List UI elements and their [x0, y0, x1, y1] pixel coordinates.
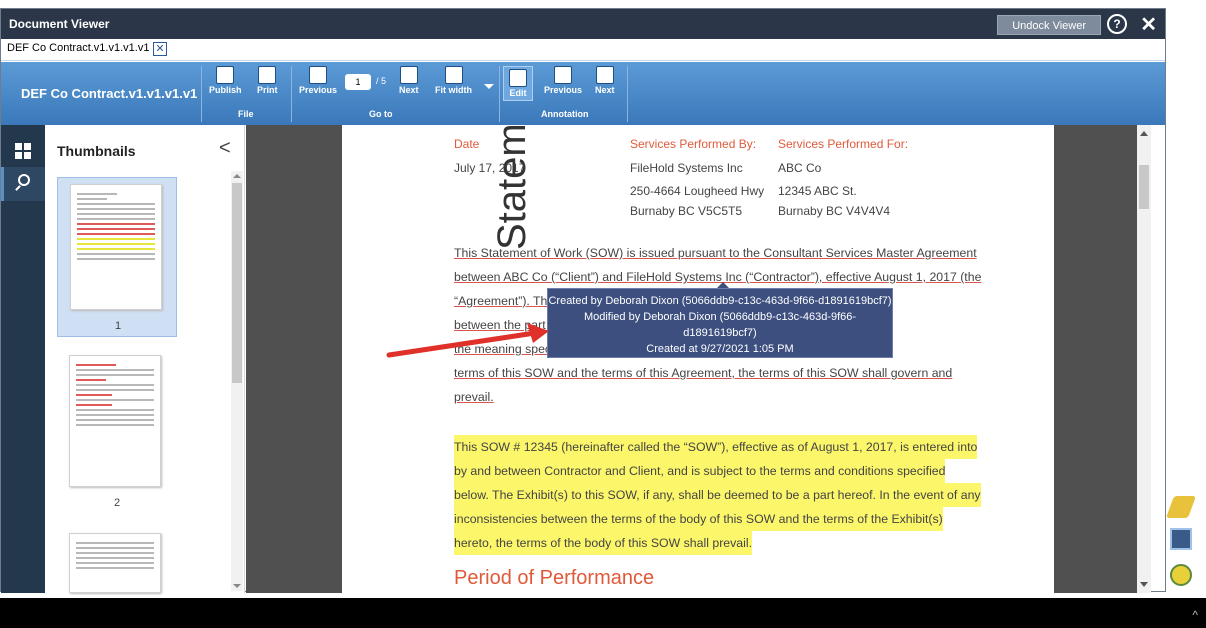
performed-by-header: Services Performed By: — [630, 137, 757, 151]
next-page-icon — [399, 66, 418, 84]
search-icon[interactable] — [1, 167, 45, 201]
next-annotation-icon — [595, 66, 614, 84]
highlighted-paragraph[interactable]: This SOW # 12345 (hereinafter called the… — [454, 435, 994, 555]
ribbon-document-name: DEF Co Contract.v1.v1.v1.v1 — [21, 86, 198, 101]
performed-for-line: ABC Co — [778, 161, 822, 175]
fit-width-button[interactable]: Fit width — [435, 66, 472, 95]
tooltip-created-at: Created at 9/27/2021 1:05 PM — [646, 343, 794, 355]
thumbnail-image — [69, 533, 161, 593]
vertical-title: Statem — [490, 125, 534, 250]
thumbnail-page-2[interactable]: 2 — [57, 351, 177, 517]
chevron-down-icon[interactable] — [484, 84, 494, 89]
annotation-group-label: Annotation — [541, 109, 589, 119]
thumbnails-scrollbar[interactable] — [231, 171, 243, 591]
fit-width-label: Fit width — [435, 85, 472, 95]
next-label: Next — [399, 85, 419, 95]
performed-for-line: 12345 ABC St. — [778, 184, 857, 198]
performed-for-header: Services Performed For: — [778, 137, 909, 151]
printer-icon — [258, 66, 277, 84]
ribbon-divider — [627, 66, 628, 122]
fit-width-icon — [444, 66, 463, 84]
pencil-icon — [509, 69, 527, 87]
previous-annotation-icon — [554, 66, 573, 84]
next-page-button[interactable]: Next — [399, 66, 419, 95]
thumbnail-page-1[interactable]: 1 — [57, 177, 177, 337]
print-button[interactable]: Print — [257, 66, 278, 95]
previous-label: Previous — [299, 85, 338, 95]
publish-icon — [216, 66, 235, 84]
annotation-next-label: Next — [595, 85, 615, 95]
ribbon-divider — [201, 66, 202, 122]
thumbnail-page-number: 2 — [113, 497, 121, 509]
undock-viewer-button[interactable]: Undock Viewer — [997, 15, 1101, 35]
publish-button[interactable]: Publish — [209, 66, 242, 95]
section-heading: Period of Performance — [454, 567, 655, 589]
help-icon[interactable]: ? — [1107, 14, 1127, 34]
scroll-down-icon[interactable] — [233, 584, 241, 588]
tooltip-created-by: Created by Deborah Dixon (5066ddb9-c13c-… — [548, 295, 892, 307]
paragraph-line: by and between Contractor and Client, an… — [454, 459, 946, 483]
annotation-tooltip: Created by Deborah Dixon (5066ddb9-c13c-… — [547, 288, 893, 371]
taskbar-chevron-icon[interactable]: ^ — [1192, 608, 1198, 622]
red-arrow-pointer — [386, 323, 549, 358]
scroll-up-icon[interactable] — [1140, 131, 1148, 136]
thumbnail-image — [70, 184, 162, 310]
tooltip-modified-at: Modified at 9/27/2021 1:05 PM — [645, 359, 795, 371]
document-viewer-window: Document Viewer Undock Viewer ? ✕ DEF Co… — [0, 8, 1166, 593]
ribbon-divider — [291, 66, 292, 122]
previous-page-button[interactable]: Previous — [299, 66, 337, 95]
next-annotation-button[interactable]: Next — [595, 66, 615, 95]
previous-page-icon — [309, 66, 328, 84]
previous-annotation-button[interactable]: Previous — [544, 66, 582, 95]
thumbnail-image — [69, 355, 161, 487]
performed-by-line: Burnaby BC V5C5T5 — [630, 204, 743, 218]
window-title: Document Viewer — [9, 17, 110, 31]
thumbnails-grid-icon[interactable] — [15, 143, 31, 159]
annotation-previous-label: Previous — [544, 85, 583, 95]
approve-tool-icon[interactable] — [1170, 564, 1192, 586]
document-tab-bar: DEF Co Contract.v1.v1.v1.v1 ✕ — [1, 39, 1165, 61]
thumbnail-page-number: 1 — [114, 320, 122, 332]
date-header: Date — [454, 137, 480, 151]
tooltip-modified-by: Modified by Deborah Dixon (5066ddb9-c13c… — [583, 311, 857, 339]
print-label: Print — [257, 85, 278, 95]
paragraph-line: prevail. — [454, 390, 494, 404]
title-bar: Document Viewer Undock Viewer ? ✕ — [1, 9, 1165, 39]
edit-annotation-button[interactable]: Edit — [503, 66, 533, 101]
thumbnail-page-3[interactable] — [57, 529, 177, 593]
screen: Document Viewer Undock Viewer ? ✕ DEF Co… — [0, 0, 1206, 628]
left-navigation-rail — [1, 125, 45, 593]
close-window-button[interactable]: ✕ — [1140, 12, 1157, 37]
highlighter-tool-icon[interactable] — [1165, 496, 1197, 518]
thumbnails-title: Thumbnails — [57, 143, 136, 159]
collapse-panel-icon[interactable]: < — [219, 137, 231, 160]
date-value: July 17, 2017 — [454, 161, 526, 175]
paragraph-line: This SOW # 12345 (hereinafter called the… — [454, 435, 978, 459]
tab-close-icon[interactable]: ✕ — [153, 42, 167, 56]
scrollbar-thumb[interactable] — [232, 183, 242, 383]
file-group-label: File — [238, 109, 254, 119]
scrollbar-thumb[interactable] — [1139, 165, 1149, 209]
goto-group-label: Go to — [369, 109, 393, 119]
ribbon-divider — [499, 66, 500, 122]
thumbnails-panel: Thumbnails < 1 2 — [45, 125, 245, 593]
scroll-up-icon[interactable] — [233, 174, 241, 178]
taskbar: ^ — [0, 598, 1206, 628]
user-search-tool-icon[interactable] — [1170, 528, 1192, 550]
paragraph-line: below. The Exhibit(s) to this SOW, if an… — [454, 483, 981, 507]
paragraph-line: This Statement of Work (SOW) is issued p… — [454, 246, 977, 260]
document-tab[interactable]: DEF Co Contract.v1.v1.v1.v1 — [7, 42, 149, 54]
scroll-down-icon[interactable] — [1140, 582, 1148, 587]
document-scrollbar[interactable] — [1137, 125, 1151, 593]
ribbon-toolbar: DEF Co Contract.v1.v1.v1.v1 Publish Prin… — [1, 62, 1165, 125]
performed-by-line: FileHold Systems Inc — [630, 161, 743, 175]
page-total: / 5 — [376, 76, 387, 86]
performed-for-line: Burnaby BC V4V4V4 — [778, 204, 891, 218]
performed-by-line: 250-4664 Lougheed Hwy — [630, 184, 765, 198]
paragraph-line: hereto, the terms of the body of this SO… — [454, 531, 752, 555]
edit-label: Edit — [509, 88, 527, 98]
paragraph-line: inconsistencies between the terms of the… — [454, 507, 943, 531]
publish-label: Publish — [209, 85, 242, 95]
page-number-input[interactable]: 1 — [345, 74, 371, 90]
